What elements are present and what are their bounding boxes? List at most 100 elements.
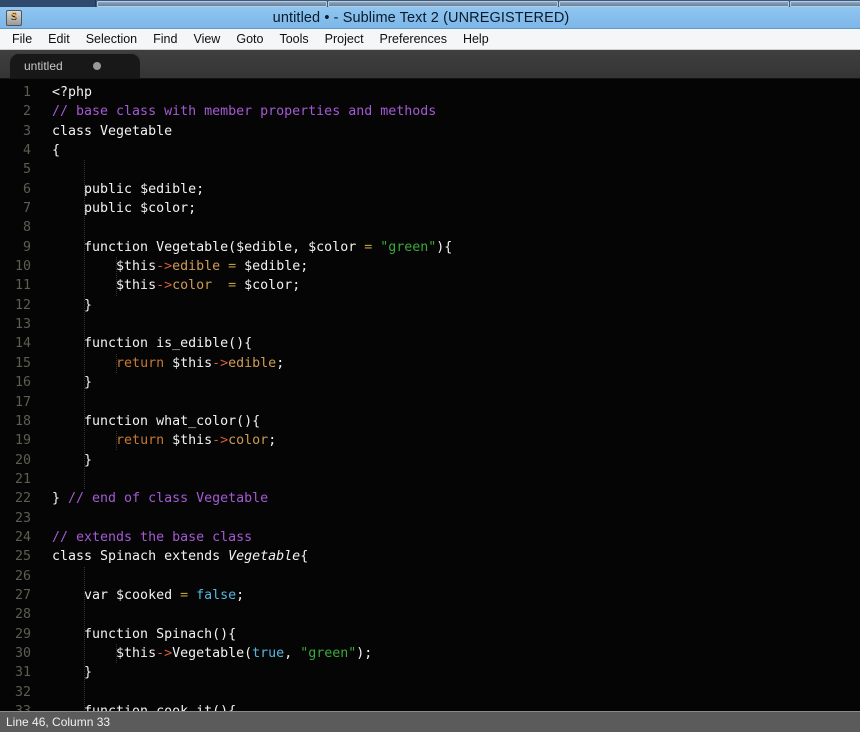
code-token: $this	[164, 433, 213, 449]
menu-item-selection[interactable]: Selection	[78, 31, 145, 48]
code-line[interactable]: function is_edible(){	[52, 334, 860, 353]
line-number: 32	[14, 684, 31, 700]
code-line[interactable]: public $color;	[52, 199, 860, 218]
code-token: }	[52, 375, 93, 391]
code-token: ;	[236, 587, 245, 603]
menu-item-help[interactable]: Help	[455, 31, 497, 48]
code-token: }	[52, 665, 93, 681]
code-line[interactable]: // extends the base class	[52, 528, 860, 547]
code-token: ->	[156, 645, 173, 661]
code-line[interactable]	[52, 567, 860, 586]
code-line[interactable]: class Spinach extends Vegetable{	[52, 547, 860, 566]
code-line[interactable]	[52, 218, 860, 237]
code-line[interactable]	[52, 393, 860, 412]
code-token: edible	[228, 355, 277, 371]
code-token: =	[180, 587, 189, 603]
code-token: function is_edible(){	[52, 336, 253, 352]
code-area[interactable]: 1 2 3 4 5 6 7 8 9 10 11 12 13 14 15 16 17 18 19 20 21 22 23 24 2…	[0, 79, 860, 711]
code-token: {	[300, 549, 309, 565]
code-token: Vegetable(	[172, 645, 253, 661]
code-line[interactable]: function Spinach(){	[52, 625, 860, 644]
code-token: $edible;	[236, 259, 309, 275]
code-line[interactable]	[52, 683, 860, 702]
code-token: ->	[156, 259, 173, 275]
code-line[interactable]: return $this->color;	[52, 431, 860, 450]
code-line[interactable]: {	[52, 141, 860, 160]
line-number: 20	[14, 452, 31, 468]
code-line[interactable]	[52, 605, 860, 624]
code-token: $color;	[140, 201, 197, 217]
code-line[interactable]: }	[52, 663, 860, 682]
code-token: function what_color(){	[52, 413, 261, 429]
code-text[interactable]: <?php // base class with member propertie…	[40, 83, 860, 711]
editor-tab-untitled[interactable]: untitled	[10, 53, 140, 78]
menu-item-find[interactable]: Find	[145, 31, 185, 48]
menu-item-edit[interactable]: Edit	[40, 31, 78, 48]
menu-item-goto[interactable]: Goto	[228, 31, 271, 48]
code-token: function cook_it(){	[52, 704, 236, 711]
code-line[interactable]: // base class with member properties and…	[52, 102, 860, 121]
menu-item-tools[interactable]: Tools	[271, 31, 316, 48]
code-line[interactable]: function Vegetable($edible, $color = "gr…	[52, 238, 860, 257]
line-number: 3	[22, 123, 31, 139]
line-number: 24	[14, 529, 31, 545]
line-number: 12	[14, 297, 31, 313]
code-line[interactable]: }	[52, 451, 860, 470]
tab-dirty-indicator[interactable]	[92, 61, 101, 70]
code-line[interactable]: return $this->edible;	[52, 354, 860, 373]
menu-item-preferences[interactable]: Preferences	[372, 31, 455, 48]
code-line[interactable]: function cook_it(){	[52, 702, 860, 711]
code-token: ->	[212, 433, 229, 449]
code-token: return	[116, 433, 165, 449]
line-number: 19	[14, 433, 31, 449]
code-token: color	[228, 433, 269, 449]
menu-item-project[interactable]: Project	[317, 31, 372, 48]
code-line[interactable]: }	[52, 296, 860, 315]
code-token: =	[228, 278, 237, 294]
line-number: 10	[14, 259, 31, 275]
code-line[interactable]: function what_color(){	[52, 412, 860, 431]
menu-item-file[interactable]: File	[4, 31, 40, 48]
code-token: $this	[164, 355, 213, 371]
code-token: $this	[52, 259, 157, 275]
cursor-position-label: Line 46, Column 33	[6, 715, 111, 729]
code-line[interactable]: } // end of class Vegetable	[52, 489, 860, 508]
window-title: untitled • - Sublime Text 2 (UNREGISTERE…	[272, 9, 570, 26]
code-line[interactable]: class Vegetable	[52, 122, 860, 141]
code-token: function Vegetable($edible, $color	[52, 239, 365, 255]
line-number: 2	[22, 104, 31, 120]
code-line[interactable]	[52, 470, 860, 489]
code-line[interactable]: $this->color = $color;	[52, 276, 860, 295]
line-number: 1	[22, 85, 31, 100]
line-number: 11	[14, 278, 31, 294]
code-token: }	[52, 297, 93, 313]
code-line[interactable]	[52, 315, 860, 334]
code-token: // end of class Vegetable	[68, 491, 269, 507]
line-number: 23	[14, 510, 31, 526]
editor-pane[interactable]: 1 2 3 4 5 6 7 8 9 10 11 12 13 14 15 16 17 18 19 20 21 22 23 24 2…	[0, 79, 860, 711]
code-line[interactable]: }	[52, 373, 860, 392]
code-line[interactable]	[52, 509, 860, 528]
line-number: 15	[14, 355, 31, 371]
code-line[interactable]: var $cooked = false;	[52, 586, 860, 605]
statusbar: Line 46, Column 33	[0, 711, 860, 732]
line-number: 9	[22, 239, 31, 255]
line-number: 7	[22, 201, 31, 217]
line-number: 5	[22, 162, 31, 178]
code-line[interactable]: $this->Vegetable(true, "green");	[52, 644, 860, 663]
code-line[interactable]: $this->edible = $edible;	[52, 257, 860, 276]
line-number: 28	[14, 607, 31, 623]
line-number: 27	[14, 587, 31, 603]
window-titlebar[interactable]: untitled • - Sublime Text 2 (UNREGISTERE…	[0, 7, 860, 29]
line-number-gutter: 1 2 3 4 5 6 7 8 9 10 11 12 13 14 15 16 17 18 19 20 21 22 23 24 2…	[0, 83, 40, 711]
code-token: $edible;	[140, 181, 205, 197]
code-line[interactable]: public $edible;	[52, 180, 860, 199]
code-token: ->	[156, 278, 173, 294]
line-number: 29	[14, 626, 31, 642]
code-token: $color;	[236, 278, 301, 294]
menu-item-view[interactable]: View	[185, 31, 228, 48]
code-line[interactable]	[52, 160, 860, 179]
code-token: {	[52, 143, 61, 159]
code-token: // extends the base class	[52, 529, 253, 545]
code-line[interactable]: <?php	[52, 83, 860, 102]
